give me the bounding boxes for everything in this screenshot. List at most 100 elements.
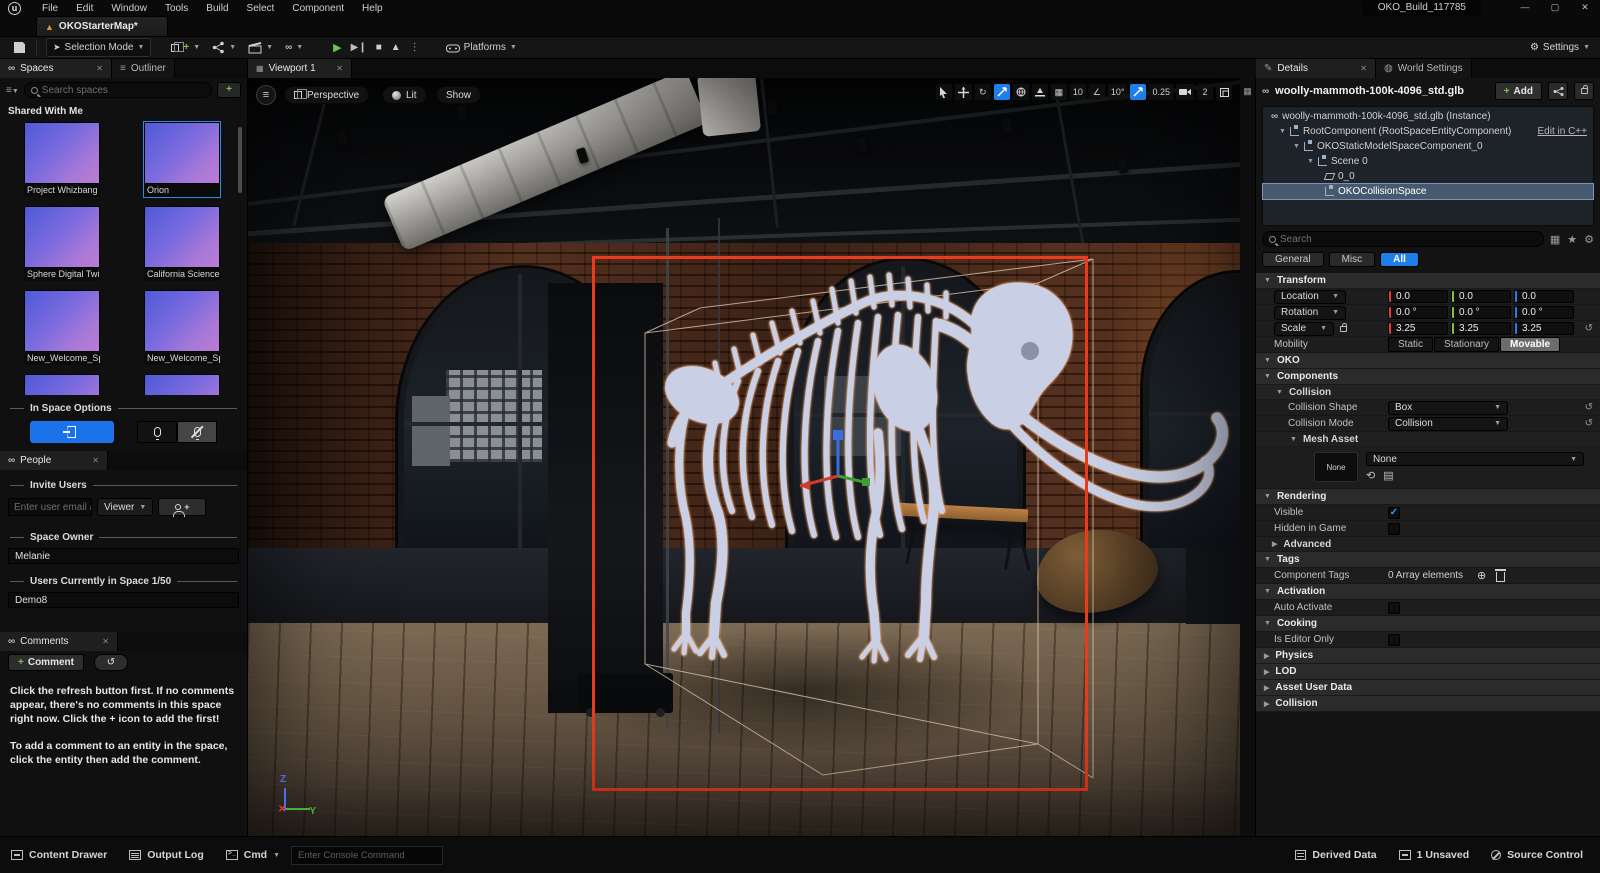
details-settings-icon[interactable]: ⚙ (1584, 233, 1594, 246)
category-rendering[interactable]: ▼Rendering (1256, 489, 1600, 505)
play-icon[interactable]: ▶ (333, 41, 341, 54)
stop-icon[interactable]: ■ (376, 42, 382, 53)
subcategory-mesh-asset[interactable]: ▼Mesh Asset (1256, 432, 1600, 447)
category-activation[interactable]: ▼Activation (1256, 584, 1600, 600)
frame-skip-icon[interactable]: ▶❙ (351, 42, 367, 53)
tab-comments[interactable]: ∞ Comments ✕ (0, 632, 118, 651)
add-comment-button[interactable]: +Comment (8, 654, 84, 671)
menu-component[interactable]: Component (283, 3, 353, 14)
user-row[interactable]: Demo8 (8, 592, 239, 608)
mobility-movable-button[interactable]: Movable (1500, 337, 1560, 352)
mobility-static-button[interactable]: Static (1388, 337, 1433, 352)
view-mode-dropdown[interactable]: Lit (382, 86, 427, 104)
close-icon[interactable]: ✕ (1360, 64, 1367, 73)
mic-muted-button[interactable] (177, 421, 217, 443)
menu-build[interactable]: Build (197, 3, 237, 14)
invite-email-input[interactable]: Enter user email ad (8, 498, 92, 516)
category-asset-user-data[interactable]: ▶Asset User Data (1256, 680, 1600, 696)
category-cooking[interactable]: ▼Cooking (1256, 616, 1600, 632)
cinematics-dropdown[interactable]: ▼ (242, 38, 279, 57)
tree-row-mesh[interactable]: 0_0 (1263, 169, 1593, 184)
cmd-dropdown[interactable]: Cmd ▼ (215, 849, 291, 861)
trash-icon[interactable] (1496, 572, 1505, 582)
hidden-in-game-checkbox[interactable]: ✓ (1388, 523, 1400, 535)
output-log-button[interactable]: Output Log (118, 849, 215, 861)
filter-icon[interactable]: ≡▼ (6, 85, 19, 96)
category-transform[interactable]: ▼Transform (1256, 273, 1600, 289)
play-options-icon[interactable]: ⋮ (410, 42, 420, 53)
reset-icon[interactable]: ↺ (1585, 418, 1593, 429)
scale-snap-button[interactable] (1130, 84, 1146, 100)
scale-x-field[interactable]: 3.25 (1388, 322, 1448, 335)
space-tile[interactable]: Project Whizbang (24, 122, 100, 197)
content-drawer-button[interactable]: Content Drawer (0, 849, 118, 861)
location-x-field[interactable]: 0.0 (1388, 290, 1448, 303)
filter-all-button[interactable]: All (1380, 252, 1419, 267)
lock-details-button[interactable] (1574, 82, 1594, 100)
space-tile[interactable]: New_Welcome_Sp... (24, 290, 100, 365)
space-tile[interactable]: New_Welcome_Sp... (144, 290, 220, 365)
scrollbar[interactable] (238, 127, 242, 193)
use-selected-asset-icon[interactable]: ⟲ (1366, 469, 1375, 482)
rotation-z-field[interactable]: 0.0 ° (1514, 306, 1574, 319)
select-tool-button[interactable] (936, 84, 952, 100)
rotation-x-field[interactable]: 0.0 ° (1388, 306, 1448, 319)
unsaved-button[interactable]: 1 Unsaved (1388, 849, 1481, 861)
dock-grid-icon[interactable]: ▦ (1243, 86, 1253, 96)
console-command-input[interactable]: Enter Console Command (291, 846, 443, 865)
scale-tool-button[interactable] (994, 84, 1010, 100)
maximize-viewport-button[interactable] (1216, 84, 1232, 100)
derived-data-button[interactable]: Derived Data (1284, 849, 1387, 861)
favorites-icon[interactable]: ★ (1567, 233, 1577, 246)
location-dropdown[interactable]: Location▼ (1274, 290, 1346, 304)
collision-shape-dropdown[interactable]: Box▼ (1388, 401, 1508, 415)
oko-dropdown[interactable]: ∞▼ (279, 38, 309, 57)
rotate-tool-button[interactable]: ↻ (975, 84, 991, 100)
tab-people[interactable]: ∞ People ✕ (0, 451, 108, 470)
category-collision[interactable]: ▶Collision (1256, 696, 1600, 712)
tab-viewport[interactable]: ▦ Viewport 1 ✕ (248, 59, 352, 78)
scale-snap-value[interactable]: 0.25 (1149, 84, 1173, 100)
camera-speed-value[interactable]: 2 (1197, 84, 1213, 100)
space-tile[interactable]: Sphere Digital Twin (24, 206, 100, 281)
space-tile[interactable] (24, 374, 100, 395)
menu-help[interactable]: Help (353, 3, 392, 14)
expander-icon[interactable]: ▼ (1293, 143, 1300, 150)
leave-space-button[interactable] (30, 421, 114, 443)
menu-tools[interactable]: Tools (156, 3, 197, 14)
menu-window[interactable]: Window (102, 3, 156, 14)
is-editor-only-checkbox[interactable]: ✓ (1388, 634, 1400, 646)
mesh-asset-dropdown[interactable]: None▼ (1366, 452, 1584, 466)
add-actor-dropdown[interactable]: +▼ (165, 38, 206, 57)
scale-z-field[interactable]: 3.25 (1514, 322, 1574, 335)
search-spaces-input[interactable]: Search spaces (24, 82, 212, 98)
edit-in-cpp-link[interactable]: Edit in C++ (1538, 126, 1593, 137)
level-tab[interactable]: ▲ OKOStarterMap* (36, 16, 168, 36)
space-tile[interactable]: California Science... (144, 206, 220, 281)
menu-file[interactable]: File (33, 3, 67, 14)
details-search-input[interactable]: Search (1262, 231, 1544, 247)
perspective-dropdown[interactable]: Perspective (284, 86, 369, 104)
mic-on-button[interactable] (137, 421, 177, 443)
location-y-field[interactable]: 0.0 (1451, 290, 1511, 303)
tree-row-static-model[interactable]: ▼ OKOStaticModelSpaceComponent_0 (1263, 139, 1593, 154)
collision-mode-dropdown[interactable]: Collision▼ (1388, 417, 1508, 431)
scale-y-field[interactable]: 3.25 (1451, 322, 1511, 335)
rotation-dropdown[interactable]: Rotation▼ (1274, 306, 1346, 320)
tree-row-instance[interactable]: ∞ woolly-mammoth-100k-4096_std.glb (Inst… (1263, 109, 1593, 124)
close-icon[interactable]: ✕ (96, 64, 103, 73)
category-components[interactable]: ▼Components (1256, 369, 1600, 385)
close-button[interactable]: ✕ (1570, 0, 1600, 16)
space-tile[interactable] (144, 374, 220, 395)
auto-activate-checkbox[interactable]: ✓ (1388, 602, 1400, 614)
maximize-button[interactable]: ▢ (1540, 0, 1570, 16)
source-control-button[interactable]: Source Control (1480, 849, 1594, 861)
category-physics[interactable]: ▶Physics (1256, 648, 1600, 664)
minimize-button[interactable]: — (1510, 0, 1540, 16)
close-icon[interactable]: ✕ (92, 456, 99, 465)
tab-spaces[interactable]: ∞ Spaces ✕ (0, 59, 112, 78)
tab-outliner[interactable]: ≡ Outliner (112, 59, 175, 78)
reset-icon[interactable]: ↺ (1585, 402, 1593, 413)
filter-misc-button[interactable]: Misc (1329, 252, 1376, 267)
blueprint-hierarchy-button[interactable] (1548, 82, 1568, 100)
